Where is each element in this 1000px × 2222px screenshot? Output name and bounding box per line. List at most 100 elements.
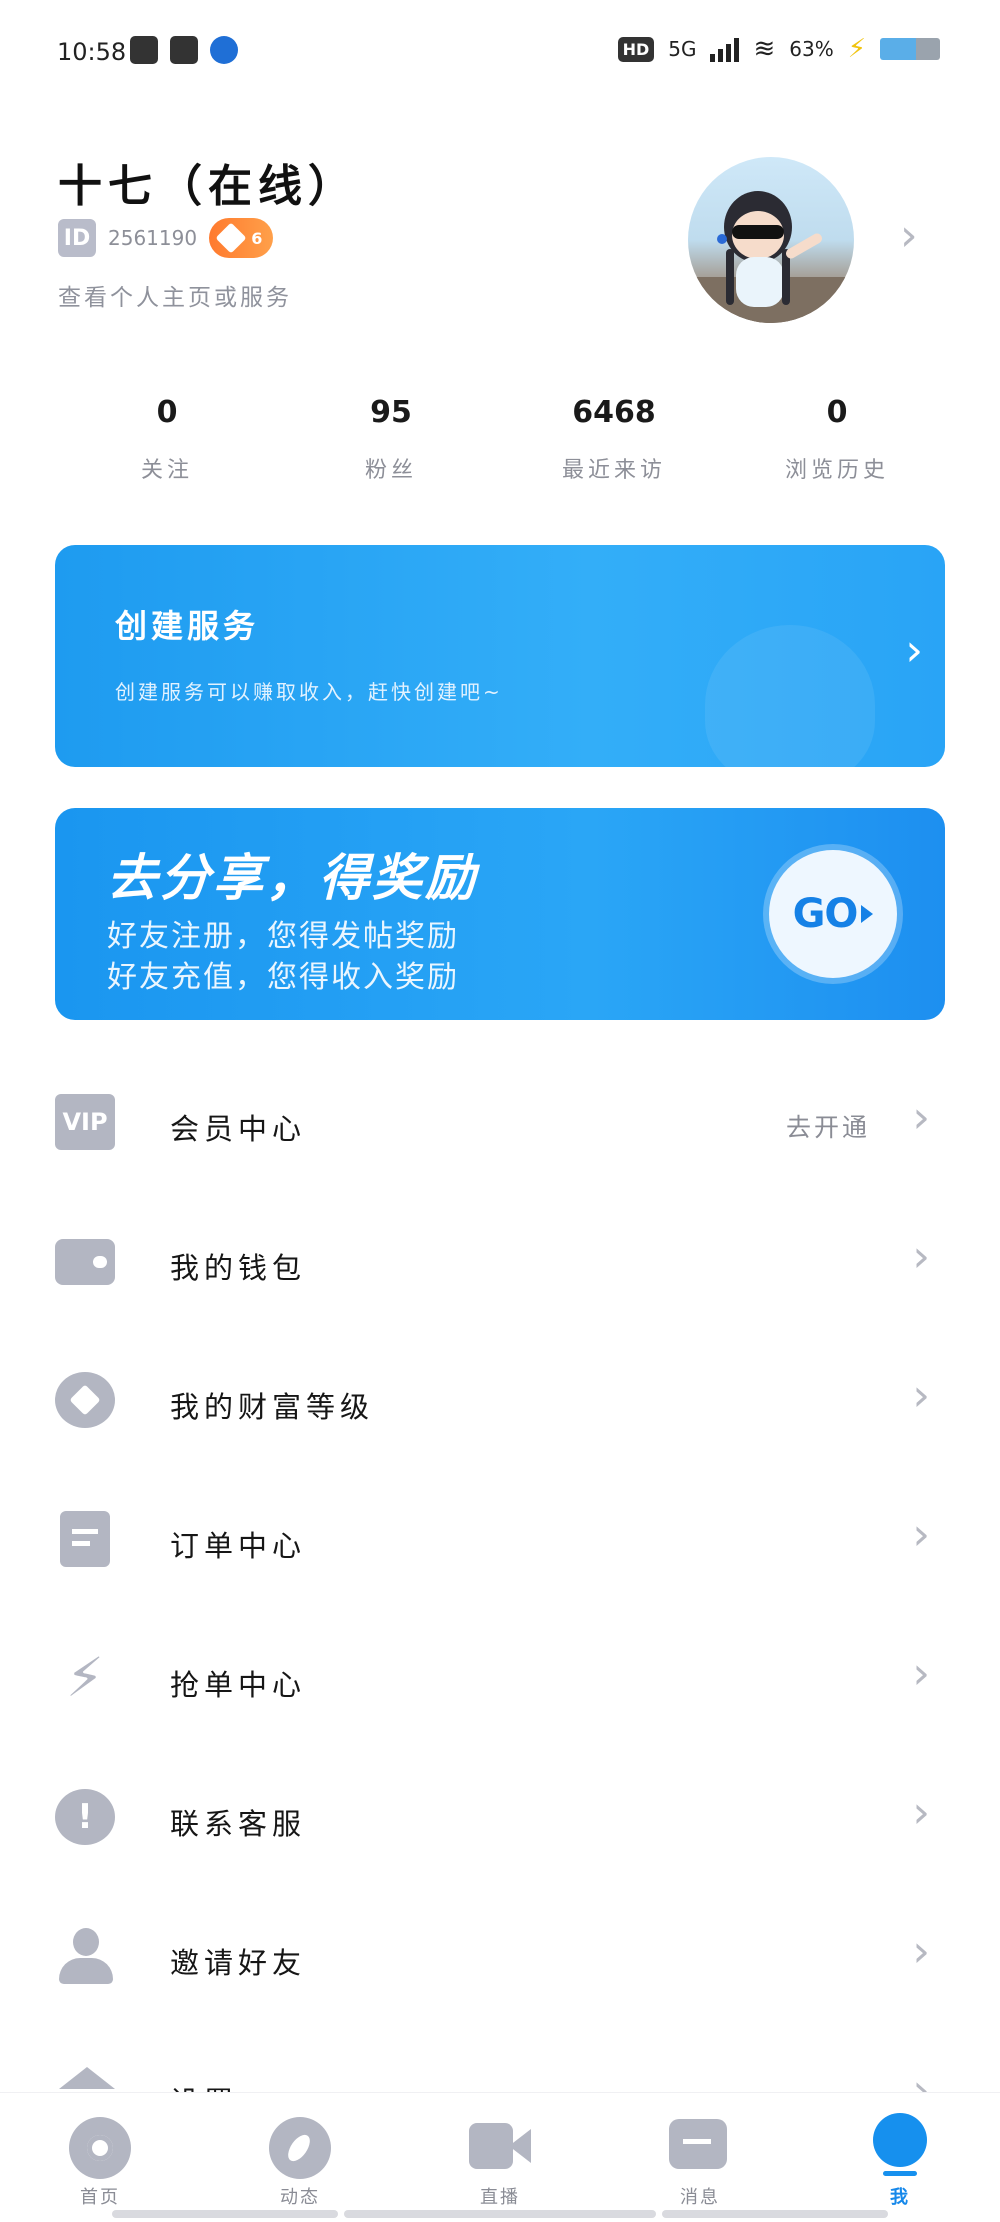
menu-item-order-center[interactable]: 订单中心 ›	[0, 1465, 1000, 1605]
share-line-2: 好友充值，您得收入奖励	[107, 960, 459, 995]
chevron-right-icon: ›	[912, 2065, 930, 2092]
home-icon	[55, 2067, 115, 2092]
share-title: 去分享，得奖励	[107, 849, 478, 907]
user-id: 2561190	[108, 226, 198, 250]
share-reward-banner[interactable]: 去分享，得奖励 好友注册，您得发帖奖励 好友充值，您得收入奖励 GO	[55, 808, 945, 1020]
stat-label: 最近来访	[561, 458, 666, 483]
tab-home[interactable]: 首页	[0, 2093, 200, 2222]
tab-label: 直播	[480, 2187, 520, 2208]
wifi-icon: ≋	[753, 34, 776, 64]
chevron-right-icon: ›	[912, 1370, 930, 1421]
avatar[interactable]	[688, 157, 854, 323]
menu-item-wealth-level[interactable]: 我的财富等级 ›	[0, 1326, 1000, 1466]
compass-icon	[269, 2117, 331, 2179]
signal-icon	[710, 36, 740, 62]
chevron-right-icon: ›	[905, 625, 923, 676]
profile-name: 十七（在线）	[58, 161, 358, 212]
chevron-right-icon: ›	[912, 1509, 930, 1560]
tab-label: 动态	[280, 2187, 320, 2208]
menu-label: 我的财富等级	[170, 1390, 375, 1424]
menu-item-settings[interactable]: 设置 ›	[0, 2021, 1000, 2092]
menu-label: 邀请好友	[170, 1946, 307, 1980]
tab-dynamics[interactable]: 动态	[200, 2093, 400, 2222]
tab-label: 消息	[680, 2187, 720, 2208]
go-label: GO	[792, 891, 859, 937]
menu-item-grab-order[interactable]: ⚡ 抢单中心 ›	[0, 1604, 1000, 1744]
menu-item-customer-service[interactable]: ! 联系客服 ›	[0, 1743, 1000, 1883]
chevron-right-icon: ›	[912, 1648, 930, 1699]
menu-extra-text: 去开通	[785, 1113, 870, 1142]
bottom-tab-bar: 首页 动态 直播 消息 我	[0, 2092, 1000, 2222]
battery-icon	[880, 38, 940, 60]
notification-icons	[130, 36, 238, 64]
diamond-icon	[215, 222, 247, 254]
chevron-right-icon: ›	[912, 1231, 930, 1282]
menu-item-invite-friends[interactable]: 邀请好友 ›	[0, 1882, 1000, 2022]
status-bar: 10:58 HD 5G ≋ 63% ⚡	[0, 0, 1000, 100]
menu-label: 我的钱包	[170, 1251, 307, 1285]
menu-label: 设置	[170, 2079, 238, 2092]
play-arrow-icon	[861, 905, 874, 923]
id-icon: ID	[58, 219, 96, 257]
gesture-bar	[344, 2210, 656, 2218]
stat-browse-history[interactable]: 0 浏览历史	[737, 395, 937, 484]
battery-percent: 63%	[789, 37, 834, 61]
carrier-notification-icon	[170, 36, 198, 64]
level-number: 6	[251, 228, 263, 248]
tab-me[interactable]: 我	[800, 2093, 1000, 2222]
app-notification-icon	[130, 36, 158, 64]
status-time: 10:58	[57, 38, 127, 66]
menu-label: 订单中心	[170, 1529, 307, 1563]
status-right: HD 5G ≋ 63% ⚡	[617, 34, 940, 64]
go-button[interactable]: GO	[769, 850, 897, 978]
stat-label: 关注	[140, 458, 193, 483]
me-icon	[873, 2113, 927, 2176]
vip-icon: VIP	[55, 1094, 115, 1150]
stat-label: 粉丝	[364, 458, 417, 483]
profile-chevron-icon: ›	[900, 210, 918, 261]
wealth-level-badge: 6	[209, 218, 274, 258]
stat-value: 0	[826, 395, 848, 430]
menu-label: 抢单中心	[170, 1668, 307, 1702]
id-row: ID 2561190 6	[58, 218, 274, 258]
gesture-bar	[112, 2210, 338, 2218]
menu-item-wallet[interactable]: 我的钱包 ›	[0, 1187, 1000, 1327]
video-icon	[469, 2117, 531, 2175]
menu-item-vip-center[interactable]: VIP 会员中心 去开通 ›	[0, 1048, 1000, 1188]
message-icon	[669, 2119, 727, 2169]
money-bag-icon	[705, 625, 875, 767]
create-service-title: 创建服务	[115, 607, 260, 645]
hd-icon: HD	[617, 36, 655, 62]
menu-label: 联系客服	[170, 1807, 307, 1841]
user-icon	[55, 1928, 115, 1984]
order-icon	[60, 1511, 110, 1567]
stat-value: 95	[370, 395, 412, 430]
stat-recent-visitors[interactable]: 6468 最近来访	[514, 395, 714, 484]
stats-row: 0 关注 95 粉丝 6468 最近来访 0 浏览历史	[0, 395, 1000, 505]
tab-live[interactable]: 直播	[400, 2093, 600, 2222]
share-line-1: 好友注册，您得发帖奖励	[107, 919, 459, 954]
chevron-right-icon: ›	[912, 1787, 930, 1838]
charging-icon: ⚡	[847, 34, 866, 64]
chevron-right-icon: ›	[912, 1926, 930, 1977]
stat-fans[interactable]: 95 粉丝	[291, 395, 491, 484]
help-icon: !	[55, 1789, 115, 1845]
menu-label: 会员中心	[170, 1112, 307, 1146]
stat-value: 6468	[572, 395, 656, 430]
create-service-description: 创建服务可以赚取收入，赶快创建吧~	[115, 680, 503, 704]
diamond-icon	[55, 1372, 115, 1428]
network-label: 5G	[668, 37, 697, 61]
home-tab-icon	[69, 2117, 131, 2179]
profile-subtitle: 查看个人主页或服务	[58, 285, 292, 311]
tab-label: 我	[890, 2187, 910, 2208]
stat-following[interactable]: 0 关注	[67, 395, 267, 484]
lightning-icon: ⚡	[66, 1646, 104, 1709]
location-notification-icon	[210, 36, 238, 64]
create-service-card[interactable]: 创建服务 创建服务可以赚取收入，赶快创建吧~ ›	[55, 545, 945, 767]
stat-value: 0	[156, 395, 178, 430]
gesture-bar	[662, 2210, 888, 2218]
wallet-icon	[55, 1239, 115, 1285]
stat-label: 浏览历史	[784, 458, 889, 483]
chevron-right-icon: ›	[912, 1092, 930, 1143]
tab-messages[interactable]: 消息	[600, 2093, 800, 2222]
